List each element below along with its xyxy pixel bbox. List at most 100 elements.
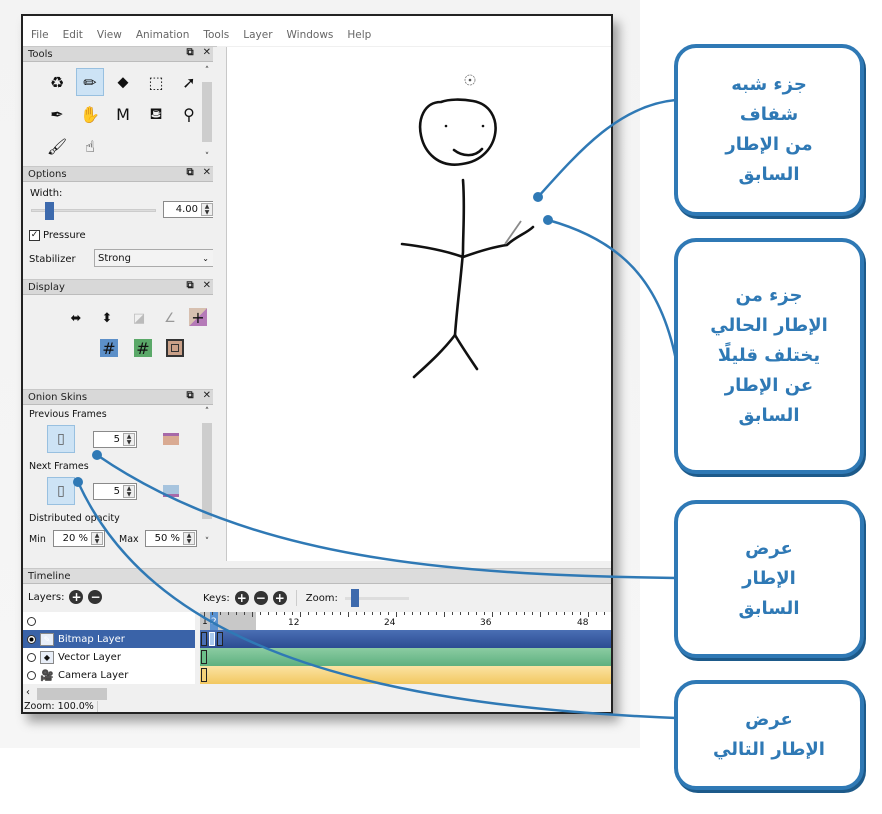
float-icon[interactable]: ⧉: [186, 280, 193, 291]
eraser-icon[interactable]: ⬥: [109, 68, 137, 96]
scroll-left-icon[interactable]: ‹: [26, 687, 30, 698]
next-onion-toggle[interactable]: ▯: [47, 477, 75, 505]
visibility-toggle-icon[interactable]: [27, 652, 36, 662]
bucket-icon[interactable]: ⛾: [142, 100, 170, 128]
polyline-icon[interactable]: M: [109, 100, 137, 128]
add-layer-icon[interactable]: +: [69, 590, 84, 604]
layer-row-bitmap[interactable]: ✎ Bitmap Layer: [23, 630, 195, 648]
stick-figure-drawing: [400, 74, 535, 379]
previous-onion-toggle[interactable]: ▯: [47, 425, 75, 453]
scroll-thumb[interactable]: [202, 82, 212, 142]
eyedropper-icon[interactable]: ⚲: [175, 100, 203, 128]
timeline-zoom-slider[interactable]: [344, 588, 409, 607]
flip-horizontal-icon[interactable]: ⬌: [67, 309, 85, 327]
spin-arrows-icon[interactable]: ▲ ▼: [91, 532, 103, 545]
brush-icon[interactable]: 🖌: [43, 132, 71, 160]
camera-visibility-row: [23, 612, 195, 630]
callout-line: عرض: [745, 709, 793, 730]
spin-arrows-icon[interactable]: ▲ ▼: [183, 532, 195, 545]
spin-arrows-icon[interactable]: ▲ ▼: [123, 485, 135, 498]
next-frames-input[interactable]: 5 ▲ ▼: [93, 483, 137, 500]
distributed-opacity-label: Distributed opacity: [29, 513, 120, 524]
scroll-thumb[interactable]: [202, 423, 212, 519]
previous-color-swatch[interactable]: [163, 433, 179, 445]
layers-label: Layers:: [28, 591, 65, 603]
center-icon[interactable]: +: [189, 308, 207, 327]
dock-splitter[interactable]: [213, 47, 225, 561]
frame-icon[interactable]: [166, 339, 184, 357]
menu-layer[interactable]: Layer: [243, 29, 272, 41]
vector-track[interactable]: [200, 648, 611, 666]
menu-animation[interactable]: Animation: [136, 29, 190, 41]
tools-scrollbar[interactable]: ˄ ˅: [201, 66, 213, 162]
close-icon[interactable]: ✕: [203, 47, 211, 58]
visibility-toggle-icon[interactable]: [27, 634, 36, 644]
ruler-tick: [316, 612, 317, 615]
remove-key-icon[interactable]: −: [253, 591, 268, 605]
close-icon[interactable]: ✕: [203, 167, 211, 178]
callout-line: السابق: [738, 598, 800, 619]
smudge-icon[interactable]: ☝: [76, 132, 104, 160]
close-icon[interactable]: ✕: [203, 390, 211, 401]
ruler-label: 48: [577, 618, 589, 628]
select-icon[interactable]: ⬚: [142, 68, 170, 96]
frame-ruler[interactable]: 1 2 12 24 36 48: [200, 612, 611, 630]
width-input[interactable]: 4.00 ▲ ▼: [163, 201, 215, 218]
grid-blue-icon[interactable]: #: [100, 339, 118, 358]
keyframe[interactable]: [201, 668, 207, 682]
timeline-zoom-handle[interactable]: [350, 588, 359, 607]
keyframe[interactable]: [217, 632, 223, 646]
pen-icon[interactable]: ✒: [43, 100, 71, 128]
clear-icon[interactable]: ♻: [43, 68, 71, 96]
menu-view[interactable]: View: [97, 29, 122, 41]
spin-arrows-icon[interactable]: ▲ ▼: [201, 203, 213, 216]
callout-line: السابق: [738, 405, 800, 426]
next-color-swatch[interactable]: [163, 485, 179, 497]
scroll-down-icon[interactable]: ˅: [201, 152, 213, 162]
checkbox-icon[interactable]: ✓: [29, 230, 40, 241]
hand-icon[interactable]: ✋: [76, 100, 104, 128]
keyframe[interactable]: [201, 650, 207, 664]
perspective-icon[interactable]: ∠: [161, 309, 179, 327]
onion-scrollbar[interactable]: ˄ ˅: [201, 407, 213, 547]
move-icon[interactable]: ➚: [175, 68, 203, 96]
float-icon[interactable]: ⧉: [186, 47, 193, 58]
scroll-up-icon[interactable]: ˄: [201, 66, 213, 76]
timeline-hscroll-thumb[interactable]: [37, 688, 107, 700]
keyframe[interactable]: [201, 632, 207, 646]
close-icon[interactable]: ✕: [203, 280, 211, 291]
menu-windows[interactable]: Windows: [287, 29, 334, 41]
scroll-up-icon[interactable]: ˄: [201, 407, 213, 417]
remove-layer-icon[interactable]: −: [88, 590, 103, 604]
camera-track[interactable]: [200, 666, 611, 684]
min-opacity-input[interactable]: 20 % ▲ ▼: [53, 530, 105, 547]
visibility-toggle-icon[interactable]: [27, 670, 36, 680]
scroll-down-icon[interactable]: ˅: [201, 537, 213, 547]
stabilizer-select[interactable]: Strong ⌄: [94, 249, 215, 267]
bitmap-track[interactable]: [200, 630, 611, 648]
grid-green-icon[interactable]: #: [134, 339, 152, 358]
spin-arrows-icon[interactable]: ▲ ▼: [123, 433, 135, 446]
drawing-canvas[interactable]: [226, 47, 611, 561]
layer-row-camera[interactable]: 🎥 Camera Layer: [23, 666, 195, 684]
menu-edit[interactable]: Edit: [63, 29, 83, 41]
add-key-icon[interactable]: +: [234, 591, 249, 605]
menu-tools[interactable]: Tools: [203, 29, 229, 41]
width-slider[interactable]: [31, 202, 156, 220]
layer-row-vector[interactable]: ◆ Vector Layer: [23, 648, 195, 666]
float-icon[interactable]: ⧉: [186, 390, 193, 401]
overlay-icon[interactable]: ◪: [130, 309, 148, 327]
pressure-checkbox[interactable]: ✓ Pressure: [29, 230, 86, 241]
max-opacity-input[interactable]: 50 % ▲ ▼: [145, 530, 197, 547]
menu-help[interactable]: Help: [347, 29, 371, 41]
pencil-icon[interactable]: ✏: [76, 68, 104, 96]
flip-vertical-icon[interactable]: ⬍: [98, 309, 116, 327]
float-icon[interactable]: ⧉: [186, 167, 193, 178]
visibility-toggle-icon[interactable]: [27, 616, 36, 626]
width-slider-handle[interactable]: [44, 202, 54, 220]
menu-file[interactable]: File: [31, 29, 49, 41]
previous-frames-input[interactable]: 5 ▲ ▼: [93, 431, 137, 448]
ruler-tick: [524, 612, 525, 615]
keyframe-selected[interactable]: [209, 632, 215, 646]
duplicate-key-icon[interactable]: +: [272, 591, 287, 605]
